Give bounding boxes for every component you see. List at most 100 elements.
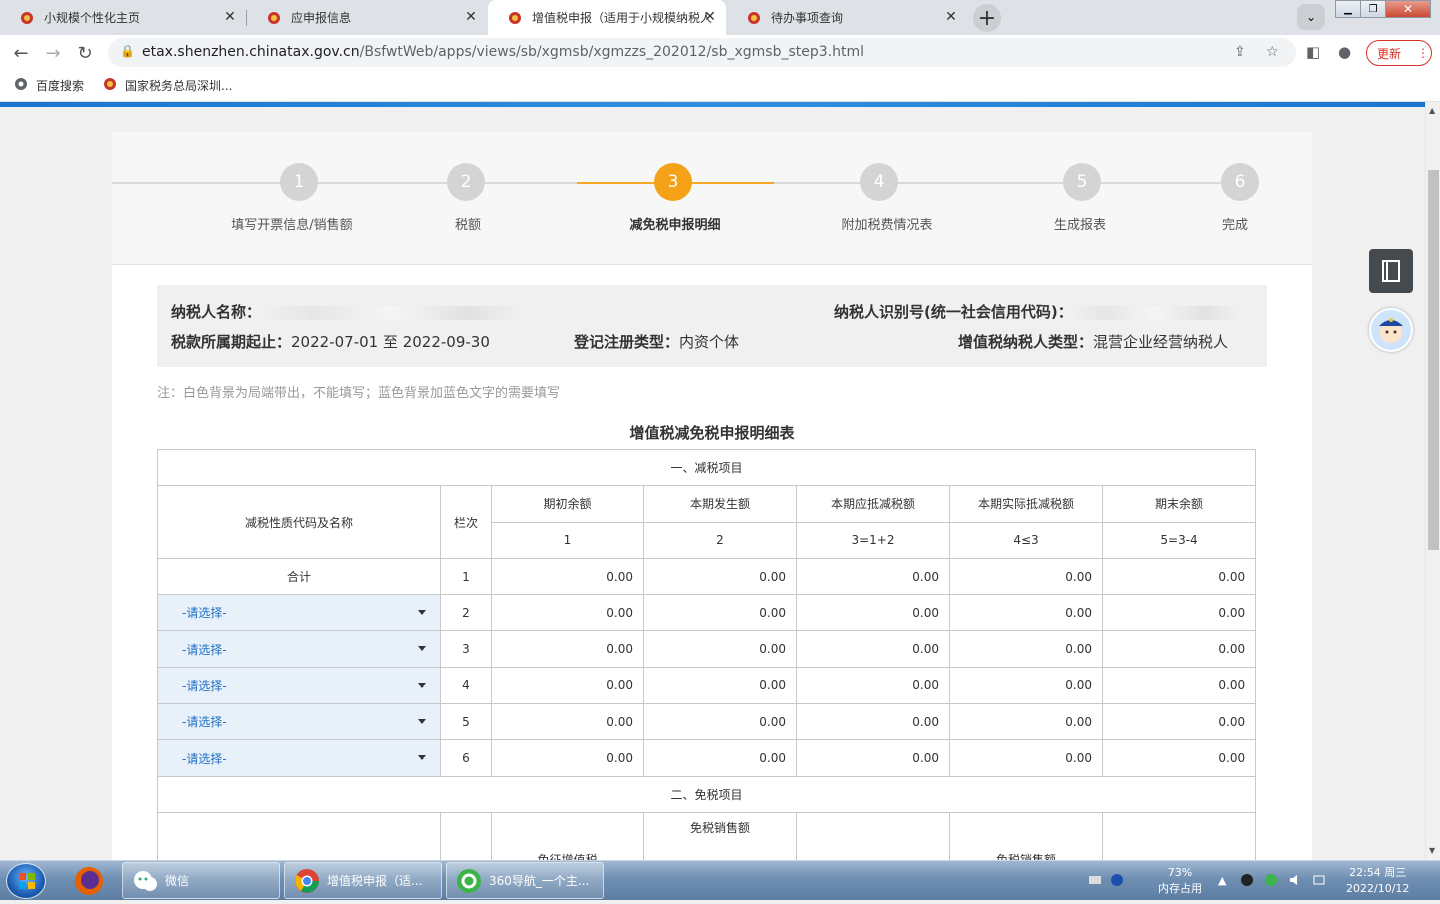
bookmarks-bar: 百度搜索 国家税务总局深圳... [0, 70, 1440, 102]
manual-book-button[interactable] [1369, 249, 1413, 293]
col-header: 期末余额 [1101, 485, 1257, 523]
col-formula: 2 [643, 521, 797, 559]
assistant-avatar-button[interactable] [1369, 308, 1413, 352]
close-icon[interactable]: ✕ [702, 9, 718, 25]
reduction-code-select[interactable]: -请选择- [157, 703, 441, 741]
scroll-down-icon[interactable]: ▼ [1429, 846, 1435, 855]
section-header-row: 二、免税项目 [156, 775, 1257, 813]
memory-usage[interactable]: 73% 内存占用 [1158, 865, 1202, 897]
cell-value: 0.00 [1101, 666, 1257, 705]
tab-title: 应申报信息 [291, 11, 352, 25]
caret-down-icon [418, 719, 426, 725]
tax-emblem-icon [267, 11, 281, 25]
tab-title: 小规模个性化主页 [44, 11, 141, 25]
windows-taskbar: 微信 增值税申报（适... 360导航_一个主... 73% 内存占用 ▲ 22:… [0, 860, 1440, 900]
col-header: 免税销售额 [949, 811, 1103, 860]
reduction-code-select[interactable]: -请选择- [157, 666, 441, 705]
select-value: -请选择- [182, 751, 227, 766]
step-4-circle: 4 [860, 163, 898, 201]
row-number: 4 [440, 666, 492, 705]
col-formula: 1 [491, 521, 644, 559]
step-6-label: 完成 [1221, 218, 1249, 233]
cell-value: 0.00 [1101, 594, 1257, 632]
side-panel-icon[interactable]: ◧ [1306, 43, 1320, 61]
cell-value: 0.00 [643, 594, 797, 632]
taxpayer-id: 纳税人识别号(统一社会信用代码)： [834, 301, 1238, 322]
globe-icon [14, 77, 28, 94]
window-close-button[interactable]: ✕ [1385, 0, 1431, 18]
tab-search-button[interactable]: ⌄ [1297, 4, 1325, 30]
network-icon[interactable] [1312, 873, 1326, 887]
redacted-id [1072, 305, 1238, 320]
bookmark-tax-bureau[interactable]: 国家税务总局深圳... [103, 77, 232, 94]
tax-period: 税款所属期起止：2022-07-01 至 2022-09-30 [171, 331, 490, 352]
clock-time: 22:54 周三 [1349, 866, 1407, 879]
tab-todo-query[interactable]: 待办事项查询 ✕ [727, 0, 967, 35]
back-button[interactable]: ← [8, 40, 34, 66]
reduction-code-select[interactable]: -请选择- [157, 630, 441, 668]
page-content: 1 2 3 4 5 6 填写开票信息/销售额 税额 减免税申报明细 附加税费情况… [0, 102, 1425, 860]
share-icon[interactable]: ⇪ [1234, 44, 1246, 60]
start-button[interactable] [6, 863, 46, 899]
window-controls: ▁ ❐ ✕ [1335, 0, 1431, 18]
close-icon[interactable]: ✕ [943, 9, 959, 25]
keyboard-icon[interactable] [1088, 873, 1102, 887]
help-icon[interactable] [1110, 873, 1124, 887]
url-text: etax.shenzhen.chinatax.gov.cn/BsfwtWeb/a… [142, 44, 864, 60]
tab-vat-declaration[interactable]: 增值税申报（适用于小规模纳税人 ✕ [488, 0, 726, 35]
tray-expand-icon[interactable]: ▲ [1218, 873, 1226, 889]
volume-icon[interactable] [1288, 873, 1302, 887]
address-bar[interactable]: 🔒 etax.shenzhen.chinatax.gov.cn/BsfwtWeb… [108, 38, 1296, 67]
taxpayer-name: 纳税人名称： [171, 301, 522, 322]
star-icon[interactable]: ☆ [1266, 44, 1279, 60]
forward-button[interactable]: → [40, 40, 66, 66]
firefox-icon [75, 867, 103, 895]
page-scrollbar[interactable]: ▲ ▼ [1425, 102, 1440, 860]
cell-value: 0.00 [949, 739, 1103, 777]
row-number: 1 [440, 557, 492, 596]
col-name-header: 减税性质代码及名称 [157, 485, 441, 559]
new-tab-button[interactable]: + [973, 4, 1001, 32]
book-icon [1382, 260, 1400, 282]
tab-personal-home[interactable]: 小规模个性化主页 ✕ [0, 0, 246, 35]
tab-pending-declaration[interactable]: 应申报信息 ✕ [247, 0, 487, 35]
select-value: -请选择- [182, 642, 227, 657]
minimize-button[interactable]: ▁ [1335, 0, 1361, 18]
step-connector [112, 182, 577, 184]
reduction-code-select[interactable]: -请选择- [157, 594, 441, 632]
scroll-up-icon[interactable]: ▲ [1429, 106, 1435, 115]
reload-button[interactable]: ↻ [72, 40, 98, 66]
cell-value: 0.00 [949, 666, 1103, 705]
reduction-code-select[interactable]: -请选择- [157, 739, 441, 777]
step-1-circle: 1 [280, 163, 318, 201]
qq-icon[interactable] [1240, 873, 1254, 887]
cell-value: 0.00 [491, 557, 644, 596]
bookmark-baidu[interactable]: 百度搜索 [14, 77, 84, 94]
table-row: -请选择- 4 0.00 0.00 0.00 0.00 0.00 [157, 666, 1257, 705]
close-icon[interactable]: ✕ [463, 9, 479, 25]
tab-title: 待办事项查询 [771, 11, 844, 25]
profile-icon[interactable]: ● [1338, 43, 1351, 61]
taskbar-360[interactable]: 360导航_一个主... [446, 862, 604, 899]
update-button[interactable]: 更新 ⋮ [1366, 40, 1432, 66]
security-icon[interactable] [1264, 873, 1278, 887]
firefox-pinned-button[interactable] [64, 863, 114, 899]
select-value: -请选择- [182, 715, 227, 730]
taskbar-wechat[interactable]: 微信 [122, 862, 280, 899]
memory-percent: 73% [1167, 866, 1193, 879]
close-icon[interactable]: ✕ [222, 9, 238, 25]
vat-taxpayer-type-label: 增值税纳税人类型： [958, 333, 1094, 351]
col-row-header [440, 811, 492, 860]
scrollbar-thumb[interactable] [1428, 170, 1439, 550]
table-row: -请选择- 2 0.00 0.00 0.00 0.00 0.00 [157, 594, 1257, 632]
col-formula: 5=3-4 [1101, 521, 1257, 559]
tax-emblem-icon [508, 11, 522, 25]
tax-emblem-icon [103, 77, 117, 94]
clock[interactable]: 22:54 周三 2022/10/12 [1346, 865, 1409, 897]
row-number: 2 [440, 594, 492, 632]
tax-emblem-icon [20, 11, 34, 25]
cell-value: 0.00 [949, 557, 1103, 596]
vat-taxpayer-type: 增值税纳税人类型：混营企业经营纳税人 [958, 331, 1228, 352]
maximize-button[interactable]: ❐ [1360, 0, 1386, 18]
taskbar-chrome[interactable]: 增值税申报（适... [284, 862, 442, 899]
